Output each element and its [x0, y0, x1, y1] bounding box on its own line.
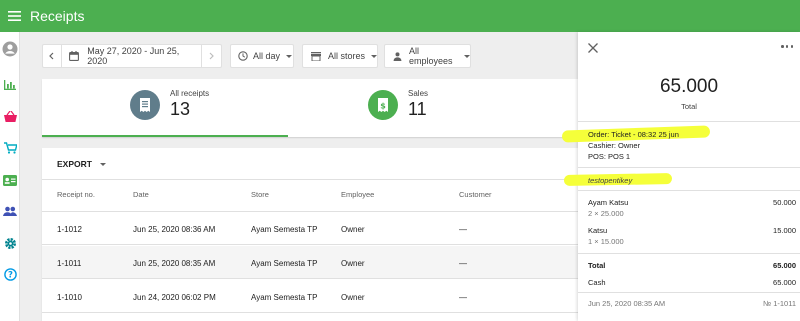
line-item-detail: 1 × 15.000	[588, 237, 624, 246]
summary-value: 11	[408, 99, 427, 119]
settings-gear-icon[interactable]	[1, 234, 19, 252]
receipt-datetime: Jun 25, 2020 08:35 AM	[588, 299, 666, 308]
chevron-down-icon	[371, 54, 377, 58]
svg-text:?: ?	[8, 270, 13, 280]
time-filter-dropdown[interactable]: All day	[230, 44, 294, 68]
items-cart-icon[interactable]	[1, 139, 19, 157]
column-header-store[interactable]: Store	[251, 190, 269, 199]
total-row-label: Total	[588, 261, 606, 270]
export-button[interactable]: EXPORT	[57, 159, 106, 169]
divider	[42, 179, 578, 180]
clock-icon	[238, 51, 248, 61]
receipt-total-amount: 65.000	[659, 76, 719, 97]
summary-value: 13	[170, 99, 191, 119]
date-range-picker: May 27, 2020 - Jun 25, 2020	[42, 44, 222, 68]
account-icon[interactable]	[1, 40, 19, 58]
pos-info: POS: POS 1	[588, 152, 631, 161]
receipt-employee: Owner	[341, 293, 365, 302]
order-info: Order: Ticket - 08:32 25 jun	[588, 130, 679, 139]
chevron-down-icon	[464, 54, 470, 58]
receipt-employee: Owner	[341, 259, 365, 268]
line-item-name: Katsu	[588, 226, 608, 235]
summary-card: All receipts 13 $ Sales 11	[42, 79, 578, 137]
customer-card-icon[interactable]	[1, 171, 19, 189]
table-row[interactable]: 1-1010 Jun 24, 2020 06:02 PM Ayam Semest…	[42, 280, 578, 313]
line-item-name: Ayam Katsu	[588, 198, 629, 207]
receipt-date: Jun 25, 2020 08:35 AM	[133, 259, 216, 268]
column-header-employee[interactable]: Employee	[341, 190, 374, 199]
divider	[578, 190, 800, 191]
sales-chart-icon[interactable]	[1, 76, 19, 94]
column-header-date[interactable]: Date	[133, 190, 149, 199]
receipt-customer: —	[459, 259, 467, 268]
receipt-customer: —	[459, 293, 467, 302]
line-item-amount: 50.000	[773, 198, 796, 207]
receipt-number: 1-1012	[57, 225, 82, 234]
receipt-store: Ayam Semesta TP	[251, 225, 318, 234]
receipt-comment: testopentikey	[588, 176, 633, 185]
receipt-detail-panel: 65.000 Total Order: Ticket - 08:32 25 ju…	[561, 32, 800, 321]
basket-icon[interactable]	[1, 107, 19, 125]
divider	[578, 121, 800, 122]
receipt-total-label: Total	[681, 102, 697, 111]
receipt-store: Ayam Semesta TP	[251, 293, 318, 302]
date-range-label[interactable]: May 27, 2020 - Jun 25, 2020	[87, 46, 201, 66]
person-icon	[393, 51, 402, 61]
store-icon	[311, 51, 321, 61]
next-period-button[interactable]	[202, 44, 221, 68]
receipt-number: 1-1010	[57, 293, 82, 302]
table-row[interactable]: 1-1011 Jun 25, 2020 08:35 AM Ayam Semest…	[42, 246, 578, 279]
menu-icon[interactable]	[1, 0, 27, 32]
employee-filter-label: All employees	[409, 46, 453, 66]
cashier-info: Cashier: Owner	[588, 141, 641, 150]
receipt-employee: Owner	[341, 225, 365, 234]
receipt-number: 1-1011	[57, 259, 82, 268]
page-title: Receipts	[30, 8, 85, 24]
column-header-customer[interactable]: Customer	[459, 190, 492, 199]
line-item-detail: 2 × 25.000	[588, 209, 624, 218]
receipt-date: Jun 25, 2020 08:36 AM	[133, 225, 216, 234]
chevron-down-icon	[286, 54, 293, 58]
line-item-amount: 15.000	[773, 226, 796, 235]
more-options-icon[interactable]	[781, 45, 793, 49]
divider	[578, 253, 800, 254]
calendar-icon[interactable]	[62, 44, 88, 68]
store-filter-dropdown[interactable]: All stores	[302, 44, 378, 68]
table-row[interactable]: 1-1012 Jun 25, 2020 08:36 AM Ayam Semest…	[42, 212, 578, 245]
export-label: EXPORT	[57, 159, 92, 169]
employees-icon[interactable]	[1, 202, 19, 220]
column-header-receipt-no[interactable]: Receipt no.	[57, 190, 95, 199]
close-icon[interactable]	[587, 41, 599, 53]
summary-label: Sales	[408, 89, 429, 98]
active-tab-indicator	[42, 135, 288, 137]
prev-period-button[interactable]	[43, 44, 61, 68]
receipt-customer: —	[459, 225, 467, 234]
time-filter-label: All day	[253, 51, 281, 61]
store-filter-label: All stores	[328, 51, 366, 61]
svg-text:$: $	[380, 101, 386, 110]
divider	[578, 167, 800, 168]
summary-label: All receipts	[170, 89, 210, 98]
app-bar: Receipts	[0, 0, 800, 32]
sales-receipt-icon: $	[368, 89, 398, 120]
sidebar: ?	[0, 32, 20, 321]
receipt-number-footer: № 1-1011	[763, 299, 796, 308]
receipts-table-card: EXPORT Receipt no. Date Store Employee C…	[42, 148, 578, 321]
payment-amount: 65.000	[773, 278, 796, 287]
receipt-icon	[130, 89, 160, 120]
receipt-date: Jun 24, 2020 06:02 PM	[133, 293, 216, 302]
divider	[578, 292, 800, 293]
receipt-store: Ayam Semesta TP	[251, 259, 318, 268]
summary-all-receipts[interactable]: All receipts 13	[130, 89, 209, 120]
employee-filter-dropdown[interactable]: All employees	[384, 44, 471, 68]
chevron-down-icon	[99, 162, 106, 166]
total-row-value: 65.000	[773, 261, 796, 270]
help-icon[interactable]: ?	[1, 265, 19, 283]
summary-sales[interactable]: $ Sales 11	[368, 89, 428, 120]
payment-method-label: Cash	[588, 278, 606, 287]
